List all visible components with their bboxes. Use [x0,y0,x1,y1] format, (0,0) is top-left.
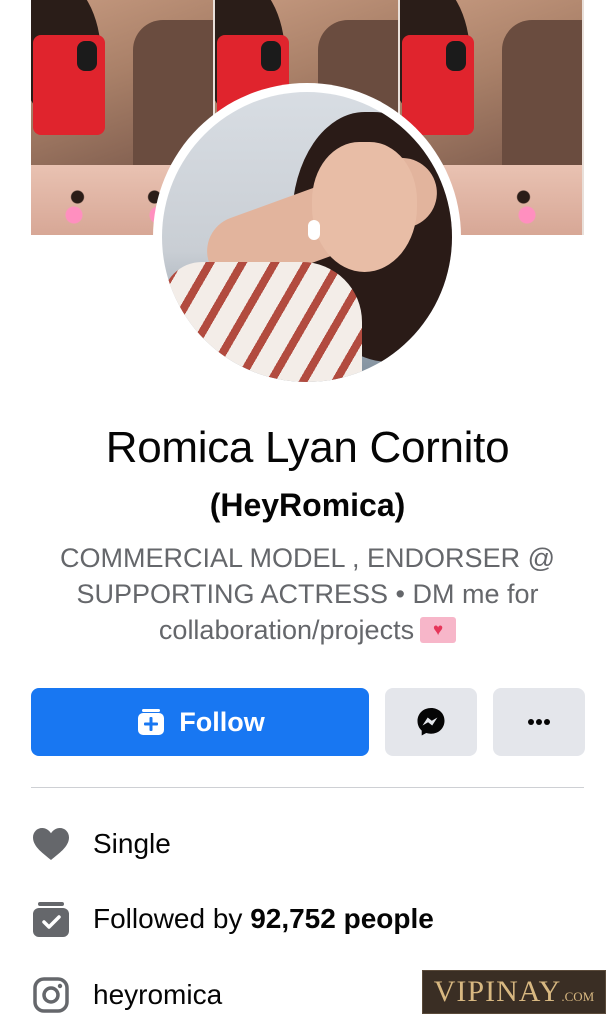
relationship-status: Single [93,828,171,859]
profile-avatar[interactable] [153,83,461,391]
profile-bio-container: COMMERCIAL MODEL , ENDORSER @ SUPPORTING… [40,540,575,648]
more-dots-icon [528,719,550,725]
instagram-handle[interactable]: heyromica [93,979,222,1011]
watermark-logo: VIPINAY .COM [422,970,606,1014]
profile-name: Romica Lyan Cornito [105,423,510,472]
follow-button[interactable]: Follow [31,688,369,756]
follow-label: Follow [179,706,265,737]
profile-photo [162,92,452,382]
followers-row[interactable]: Followed by 92,752 people [31,899,434,939]
profile-bio: COMMERCIAL MODEL , ENDORSER @ SUPPORTING… [60,543,555,645]
instagram-icon [31,975,71,1015]
followers-icon [31,899,71,939]
section-divider [31,787,584,788]
profile-alias: (HeyRomica) [209,487,406,523]
more-options-button[interactable] [493,688,585,756]
watermark-suffix: .COM [561,989,595,1004]
watermark-brand: VIPINAY [433,975,562,1008]
message-button[interactable] [385,688,477,756]
messenger-icon [417,708,445,736]
followers-count: 92,752 people [250,903,434,934]
followers-prefix: Followed by [93,903,251,934]
love-letter-emoji-icon [420,617,457,643]
follow-add-icon [138,709,165,735]
instagram-row[interactable]: heyromica [31,975,222,1015]
relationship-row: Single [31,824,171,864]
heart-icon [31,824,71,864]
followers-text: Followed by 92,752 people [93,903,434,935]
